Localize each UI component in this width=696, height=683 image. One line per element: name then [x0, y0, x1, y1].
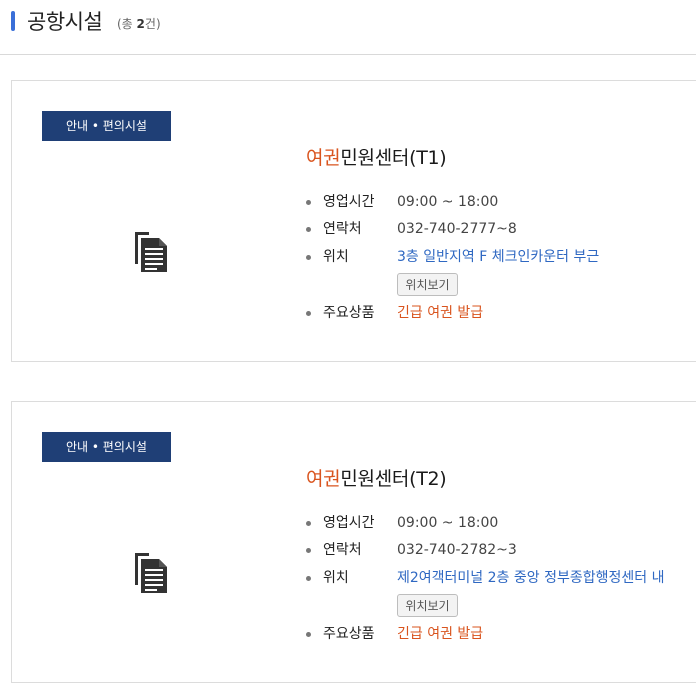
hours-label: 영업시간	[323, 194, 375, 210]
result-count: (총 2건)	[117, 17, 161, 31]
products-label: 주요상품	[323, 626, 375, 642]
hours-value: 09:00 ~ 18:00	[397, 515, 499, 531]
products-value: 긴급 여권 발급	[397, 626, 484, 642]
page-title: 공항시설	[27, 10, 103, 34]
contact-label: 연락처	[323, 542, 362, 558]
bullet	[306, 311, 311, 316]
contact-value: 032-740-2777~8	[397, 221, 517, 237]
category-badge: 안내 • 편의시설	[42, 111, 171, 141]
document-copy-icon	[135, 232, 167, 272]
bullet	[306, 521, 311, 526]
products-label: 주요상품	[323, 305, 375, 321]
bullet	[306, 576, 311, 581]
contact-value: 032-740-2782~3	[397, 542, 517, 558]
view-location-button[interactable]: 위치보기	[397, 594, 458, 617]
title-accent-bar	[11, 11, 15, 31]
hours-label: 영업시간	[323, 515, 375, 531]
bullet	[306, 227, 311, 232]
location-value[interactable]: 3층 일반지역 F 체크인카운터 부근	[397, 247, 599, 267]
bullet	[306, 200, 311, 205]
hours-value: 09:00 ~ 18:00	[397, 194, 499, 210]
facility-card: 안내 • 편의시설 여권민원센터(T1) 영업시간 09:00 ~ 18:00 …	[11, 80, 696, 362]
view-location-button[interactable]: 위치보기	[397, 273, 458, 296]
location-label: 위치	[323, 570, 349, 586]
document-copy-icon	[135, 553, 167, 593]
location-label: 위치	[323, 249, 349, 265]
products-value: 긴급 여권 발급	[397, 305, 484, 321]
bullet	[306, 548, 311, 553]
bullet	[306, 255, 311, 260]
bullet	[306, 632, 311, 637]
facility-title[interactable]: 여권민원센터(T1)	[306, 143, 447, 170]
page-header: 공항시설 (총 2건)	[0, 0, 696, 55]
category-badge: 안내 • 편의시설	[42, 432, 171, 462]
contact-label: 연락처	[323, 221, 362, 237]
location-value[interactable]: 제2여객터미널 2층 중앙 정부종합행정센터 내	[397, 568, 664, 588]
facility-card: 안내 • 편의시설 여권민원센터(T2) 영업시간 09:00 ~ 18:00 …	[11, 401, 696, 683]
facility-title[interactable]: 여권민원센터(T2)	[306, 464, 447, 491]
